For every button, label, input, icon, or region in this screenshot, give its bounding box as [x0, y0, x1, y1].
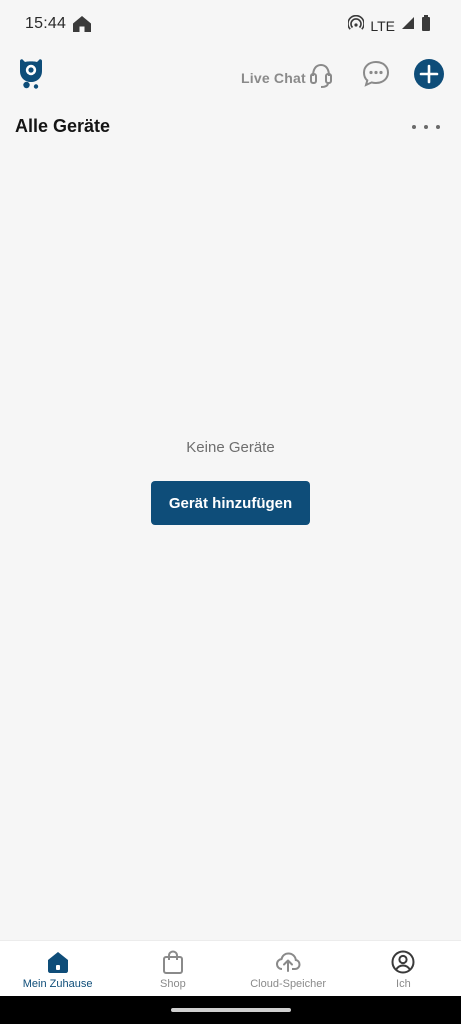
home-icon — [72, 15, 92, 38]
nav-item-home[interactable]: Mein Zuhause — [0, 941, 115, 997]
more-dot-icon — [412, 125, 416, 129]
status-icons: LTE — [347, 14, 431, 36]
nav-item-shop[interactable]: Shop — [115, 941, 230, 997]
add-button[interactable] — [414, 59, 444, 89]
hotspot-icon — [347, 14, 366, 36]
headset-icon — [308, 60, 334, 95]
live-chat-button[interactable]: Live Chat — [241, 60, 334, 95]
shopping-bag-icon — [160, 949, 186, 975]
nav-label: Mein Zuhause — [22, 978, 93, 990]
signal-icon — [401, 16, 415, 35]
nav-item-cloud[interactable]: Cloud-Speicher — [231, 941, 346, 997]
battery-icon — [421, 15, 431, 36]
cloud-upload-icon — [275, 949, 301, 975]
home-icon — [45, 949, 71, 975]
more-dot-icon — [424, 125, 428, 129]
nav-label: Cloud-Speicher — [250, 978, 327, 990]
empty-state-text: Keine Geräte — [186, 439, 275, 456]
nav-label: Shop — [160, 978, 186, 990]
app-header: Live Chat — [0, 52, 461, 100]
status-bar: 15:44 LTE — [0, 0, 461, 48]
chat-bubble-icon — [360, 60, 392, 94]
more-dot-icon — [436, 125, 440, 129]
more-options-button[interactable] — [412, 118, 440, 136]
add-device-button[interactable]: Gerät hinzufügen — [151, 481, 310, 525]
live-chat-label: Live Chat — [241, 69, 306, 86]
network-type: LTE — [370, 17, 395, 34]
messages-button[interactable] — [360, 58, 392, 90]
app-logo — [16, 58, 46, 90]
nav-item-profile[interactable]: Ich — [346, 941, 461, 997]
nav-label: Ich — [396, 978, 411, 990]
user-circle-icon — [390, 949, 416, 975]
gesture-area — [0, 996, 461, 1024]
gesture-handle[interactable] — [171, 1008, 291, 1012]
bottom-nav: Mein Zuhause Shop Cloud-Speicher Ich — [0, 940, 461, 997]
page-title: Alle Geräte — [15, 116, 111, 136]
status-time: 15:44 — [25, 15, 67, 32]
plus-icon — [414, 64, 444, 93]
